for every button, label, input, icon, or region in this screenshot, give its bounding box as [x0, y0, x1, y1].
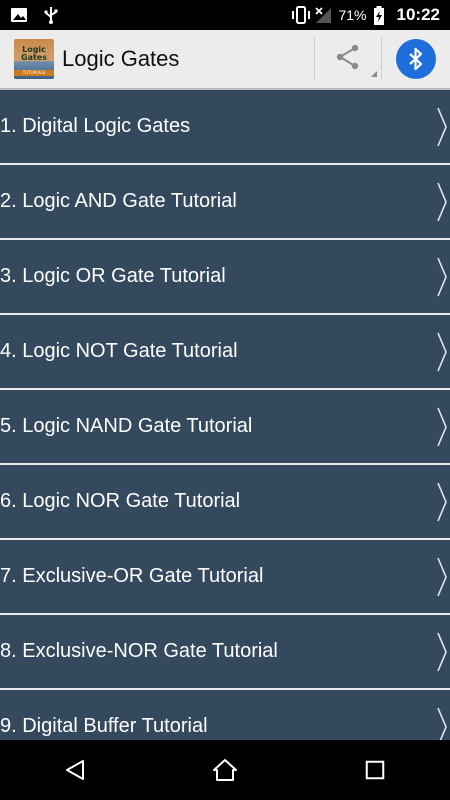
list-item[interactable]: 4. Logic NOT Gate Tutorial — [0, 315, 450, 388]
vibrate-icon — [290, 6, 311, 24]
app-logo: Logic Gates TUTORIALS — [14, 39, 54, 79]
app-bar: Logic Gates TUTORIALS Logic Gates — [0, 30, 450, 90]
share-icon — [333, 42, 363, 77]
list-item-label: 3. Logic OR Gate Tutorial — [0, 265, 226, 287]
list-item-label: 7. Exclusive-OR Gate Tutorial — [0, 565, 264, 587]
list-item-label: 2. Logic AND Gate Tutorial — [0, 190, 237, 212]
chevron-right-icon — [437, 557, 447, 596]
chevron-right-icon — [437, 707, 447, 740]
share-button[interactable] — [314, 37, 382, 81]
bluetooth-icon — [396, 39, 436, 79]
list-item-label: 9. Digital Buffer Tutorial — [0, 715, 208, 737]
list-item-label: 6. Logic NOR Gate Tutorial — [0, 490, 241, 512]
app-logo-subtext: TUTORIALS — [14, 70, 54, 76]
list-item[interactable]: 1. Digital Logic Gates — [0, 90, 450, 163]
list-item[interactable]: 6. Logic NOR Gate Tutorial — [0, 465, 450, 538]
list-item-label: 4. Logic NOT Gate Tutorial — [0, 340, 238, 362]
status-time: 10:22 — [396, 5, 440, 24]
tutorial-list: 1. Digital Logic Gates 2. Logic AND Gate… — [0, 90, 450, 740]
chevron-right-icon — [437, 407, 447, 446]
battery-percent: 71% — [338, 7, 367, 23]
list-item-label: 1. Digital Logic Gates — [0, 115, 191, 137]
list-item[interactable]: 3. Logic OR Gate Tutorial — [0, 240, 450, 313]
chevron-right-icon — [437, 482, 447, 521]
list-item-label: 5. Logic NAND Gate Tutorial — [0, 415, 253, 437]
list-item[interactable]: 7. Exclusive-OR Gate Tutorial — [0, 540, 450, 613]
usb-icon — [42, 6, 60, 24]
home-icon — [213, 759, 237, 781]
status-bar: 71% 10:22 — [0, 0, 450, 30]
list-item[interactable]: 2. Logic AND Gate Tutorial — [0, 165, 450, 238]
chevron-right-icon — [437, 182, 447, 221]
back-icon — [66, 760, 84, 780]
navigation-bar — [0, 740, 450, 800]
home-button[interactable] — [195, 740, 255, 800]
chevron-right-icon — [437, 332, 447, 371]
chevron-right-icon — [437, 632, 447, 671]
chevron-right-icon — [437, 107, 447, 146]
app-logo-text: Logic Gates — [21, 45, 47, 62]
list-item[interactable]: 5. Logic NAND Gate Tutorial — [0, 390, 450, 463]
battery-charging-icon — [373, 6, 391, 25]
back-button[interactable] — [45, 740, 105, 800]
page-title: Logic Gates — [62, 46, 180, 71]
recents-button[interactable] — [345, 740, 405, 800]
recents-icon — [365, 760, 385, 780]
no-signal-icon — [314, 6, 332, 24]
list-item[interactable]: 8. Exclusive-NOR Gate Tutorial — [0, 615, 450, 688]
list-item-label: 8. Exclusive-NOR Gate Tutorial — [0, 640, 278, 662]
overflow-corner-indicator — [371, 71, 377, 77]
list-item[interactable]: 9. Digital Buffer Tutorial — [0, 690, 450, 740]
chevron-right-icon — [437, 257, 447, 296]
image-icon — [10, 6, 28, 24]
bluetooth-button[interactable] — [382, 29, 450, 89]
